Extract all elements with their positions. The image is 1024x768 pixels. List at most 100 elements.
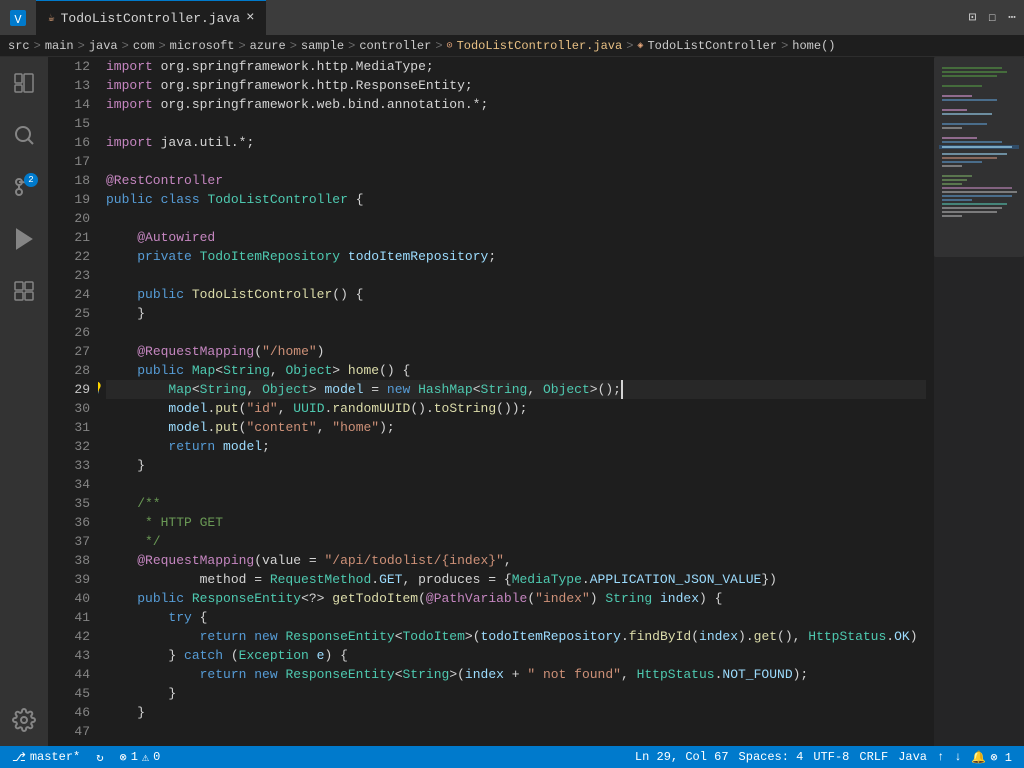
debug-icon[interactable] xyxy=(6,221,42,257)
line-num-37: 37 xyxy=(48,532,90,551)
title-bar: V ☕ TodoListController.java × ⊡ ☐ ⋯ xyxy=(0,0,1024,35)
extensions-icon[interactable] xyxy=(6,273,42,309)
settings-icon[interactable] xyxy=(6,702,42,738)
code-line-17 xyxy=(106,152,926,171)
code-line-30: model.put("id", UUID.randomUUID().toStri… xyxy=(106,399,926,418)
line-num-16: 16 xyxy=(48,133,90,152)
status-right: Ln 29, Col 67 Spaces: 4 UTF-8 CRLF Java … xyxy=(631,750,1016,765)
line-num-44: 44 xyxy=(48,665,90,684)
split-editor-icon[interactable]: ⊡ xyxy=(969,10,977,25)
code-line-47 xyxy=(106,722,926,741)
tab-close-button[interactable]: × xyxy=(246,10,254,26)
more-actions-icon[interactable]: ⋯ xyxy=(1008,10,1016,25)
encoding-label: UTF-8 xyxy=(813,750,849,764)
code-line-14: import org.springframework.web.bind.anno… xyxy=(106,95,926,114)
language-mode[interactable]: Java xyxy=(894,750,931,765)
search-icon[interactable] xyxy=(6,117,42,153)
line-num-31: 31 xyxy=(48,418,90,437)
breadcrumb: src > main > java > com > microsoft > az… xyxy=(0,35,1024,57)
warning-label: 0 xyxy=(153,750,160,764)
code-line-12: import org.springframework.http.MediaTyp… xyxy=(106,57,926,76)
line-num-40: 40 xyxy=(48,589,90,608)
line-num-24: 24 xyxy=(48,285,90,304)
code-line-46: } xyxy=(106,703,926,722)
line-ending-label: CRLF xyxy=(859,750,888,764)
minimap xyxy=(934,57,1024,746)
breadcrumb-azure[interactable]: azure xyxy=(250,39,286,53)
breadcrumb-method[interactable]: home() xyxy=(792,39,835,53)
code-line-22: private TodoItemRepository todoItemRepos… xyxy=(106,247,926,266)
code-editor[interactable]: 12 13 14 15 16 17 18 19 20 21 22 23 24 2… xyxy=(48,57,934,746)
code-line-19: public class TodoListController { xyxy=(106,190,926,209)
title-bar-right: ⊡ ☐ ⋯ xyxy=(969,10,1016,25)
code-line-16: import java.util.*; xyxy=(106,133,926,152)
sync-button[interactable]: ↻ xyxy=(92,750,107,765)
code-line-45: } xyxy=(106,684,926,703)
source-control-icon[interactable]: 2 xyxy=(6,169,42,205)
activity-bar: 2 xyxy=(0,57,48,746)
line-num-28: 28 xyxy=(48,361,90,380)
git-branch-label: master* xyxy=(30,750,80,764)
line-num-41: 41 xyxy=(48,608,90,627)
notification-count: ⊗ 1 xyxy=(990,750,1012,765)
line-num-36: 36 xyxy=(48,513,90,532)
code-line-18: @RestController xyxy=(106,171,926,190)
breadcrumb-main[interactable]: main xyxy=(45,39,74,53)
code-line-13: import org.springframework.http.Response… xyxy=(106,76,926,95)
line-num-12: 12 xyxy=(48,57,90,76)
breadcrumb-controller[interactable]: controller xyxy=(359,39,431,53)
notifications-bell[interactable]: 🔔 ⊗ 1 xyxy=(967,750,1016,765)
source-control-badge: 2 xyxy=(24,173,38,187)
indentation-label: Spaces: 4 xyxy=(739,750,804,764)
line-num-30: 30 xyxy=(48,399,90,418)
line-num-13: 13 xyxy=(48,76,90,95)
line-num-17: 17 xyxy=(48,152,90,171)
breadcrumb-java[interactable]: java xyxy=(89,39,118,53)
app-icon: V xyxy=(8,8,28,28)
code-line-42: return new ResponseEntity<TodoItem>(todo… xyxy=(106,627,926,646)
code-line-20 xyxy=(106,209,926,228)
code-content[interactable]: import org.springframework.http.MediaTyp… xyxy=(98,57,934,746)
tab-file-icon: ☕ xyxy=(48,11,55,25)
breadcrumb-microsoft[interactable]: microsoft xyxy=(170,39,235,53)
upload-button[interactable]: ↑ xyxy=(933,750,948,765)
line-num-27: 27 xyxy=(48,342,90,361)
code-line-33: } xyxy=(106,456,926,475)
code-line-31: model.put("content", "home"); xyxy=(106,418,926,437)
minimap-svg xyxy=(934,57,1024,746)
errors-count[interactable]: ⊗ 1 ⚠ 0 xyxy=(115,750,164,765)
sync-icon: ↻ xyxy=(96,750,103,765)
download-button[interactable]: ↓ xyxy=(950,750,965,765)
code-line-44: return new ResponseEntity<String>(index … xyxy=(106,665,926,684)
editor-area: 12 13 14 15 16 17 18 19 20 21 22 23 24 2… xyxy=(48,57,1024,746)
warning-icon: ⚠ xyxy=(142,750,149,765)
line-num-45: 45 xyxy=(48,684,90,703)
line-num-35: 35 xyxy=(48,494,90,513)
line-num-20: 20 xyxy=(48,209,90,228)
code-line-21: @Autowired xyxy=(106,228,926,247)
line-num-19: 19 xyxy=(48,190,90,209)
breadcrumb-class[interactable]: TodoListController xyxy=(647,39,777,53)
toggle-panel-icon[interactable]: ☐ xyxy=(988,10,996,25)
line-num-21: 21 xyxy=(48,228,90,247)
breadcrumb-src[interactable]: src xyxy=(8,39,30,53)
cursor-position[interactable]: Ln 29, Col 67 xyxy=(631,750,733,765)
breadcrumb-file[interactable]: TodoListController.java xyxy=(457,39,623,53)
line-ending[interactable]: CRLF xyxy=(855,750,892,765)
editor-tab[interactable]: ☕ TodoListController.java × xyxy=(36,0,266,35)
line-num-39: 39 xyxy=(48,570,90,589)
line-num-14: 14 xyxy=(48,95,90,114)
indentation[interactable]: Spaces: 4 xyxy=(735,750,808,765)
breadcrumb-com[interactable]: com xyxy=(133,39,155,53)
line-num-34: 34 xyxy=(48,475,90,494)
line-num-38: 38 xyxy=(48,551,90,570)
code-line-23 xyxy=(106,266,926,285)
encoding[interactable]: UTF-8 xyxy=(809,750,853,765)
explorer-icon[interactable] xyxy=(6,65,42,101)
code-line-28: public Map<String, Object> home() { xyxy=(106,361,926,380)
code-line-32: return model; xyxy=(106,437,926,456)
git-branch-icon: ⎇ xyxy=(12,750,26,765)
breadcrumb-sample[interactable]: sample xyxy=(301,39,344,53)
code-line-37: */ xyxy=(106,532,926,551)
git-branch[interactable]: ⎇ master* xyxy=(8,750,84,765)
